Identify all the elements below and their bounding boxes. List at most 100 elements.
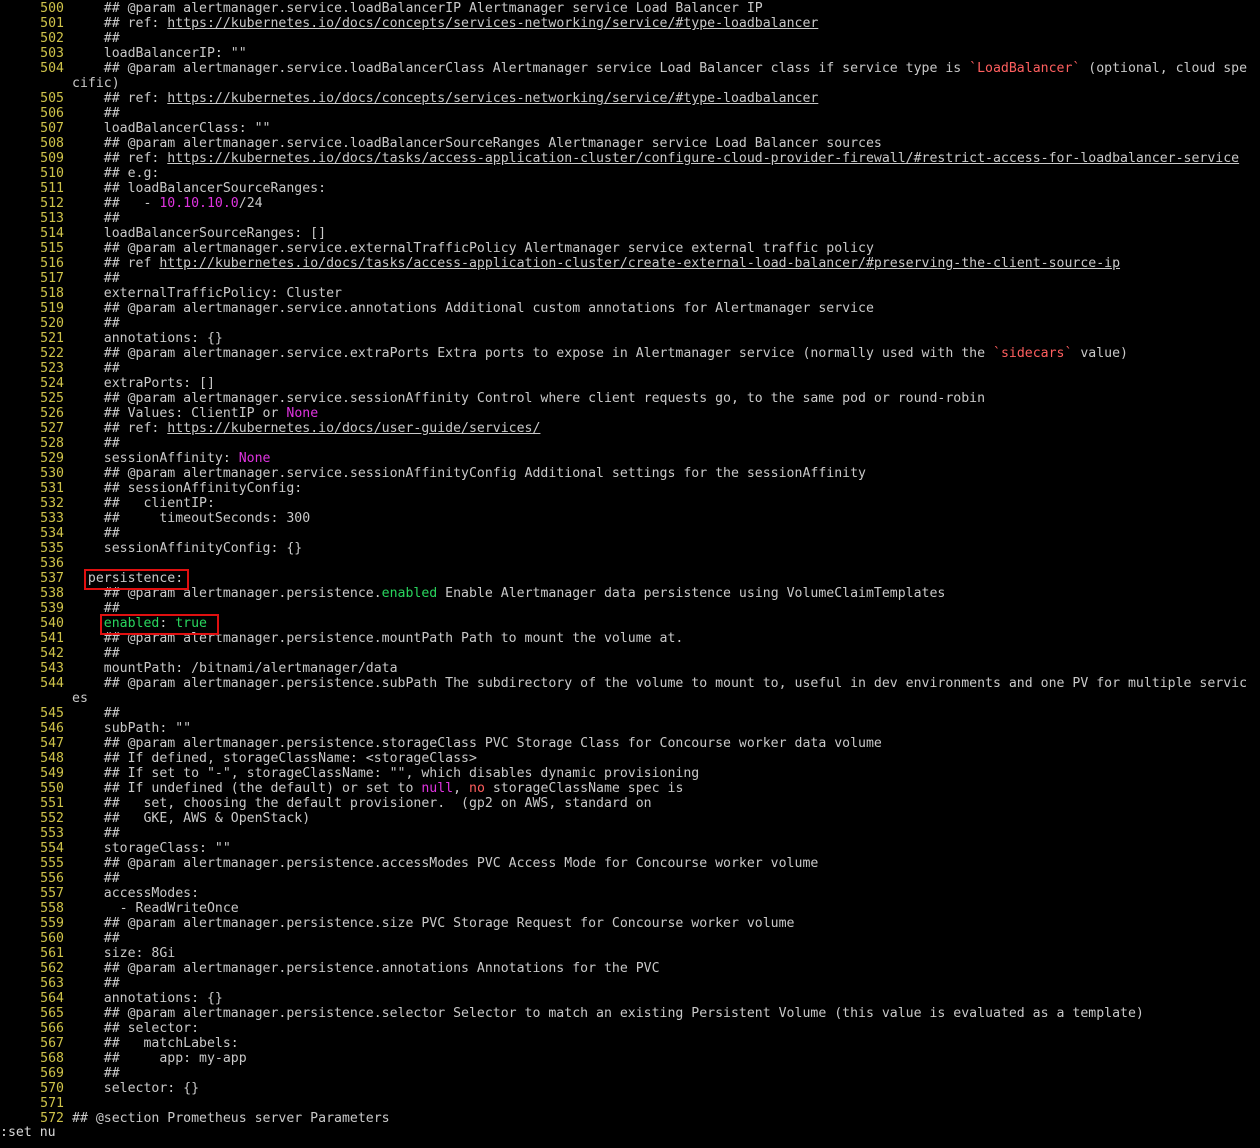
code-line[interactable]: 555 ## @param alertmanager.persistence.a… bbox=[0, 856, 1260, 871]
code-line[interactable]: 510 ## e.g: bbox=[0, 166, 1260, 181]
code-line[interactable]: 548 ## If defined, storageClassName: <st… bbox=[0, 751, 1260, 766]
code-line[interactable]: 564 annotations: {} bbox=[0, 991, 1260, 1006]
code-line[interactable]: 569 ## bbox=[0, 1066, 1260, 1081]
code-line[interactable]: 531 ## sessionAffinityConfig: bbox=[0, 481, 1260, 496]
code-line[interactable]: 527 ## ref: https://kubernetes.io/docs/u… bbox=[0, 421, 1260, 436]
code-text: ## bbox=[72, 436, 120, 451]
code-line[interactable]: 504 ## @param alertmanager.service.loadB… bbox=[0, 61, 1260, 76]
line-number: 571 bbox=[40, 1096, 64, 1111]
wrapped-line-continuation[interactable]: es bbox=[0, 691, 1260, 706]
code-line[interactable]: 524 extraPorts: [] bbox=[0, 376, 1260, 391]
code-line[interactable]: 551 ## set, choosing the default provisi… bbox=[0, 796, 1260, 811]
url-link[interactable]: https://kubernetes.io/docs/concepts/serv… bbox=[167, 91, 818, 106]
code-line[interactable]: 566 ## selector: bbox=[0, 1021, 1260, 1036]
code-text: ## bbox=[72, 106, 120, 121]
code-line[interactable]: 509 ## ref: https://kubernetes.io/docs/t… bbox=[0, 151, 1260, 166]
code-line[interactable]: 501 ## ref: https://kubernetes.io/docs/c… bbox=[0, 16, 1260, 31]
code-line[interactable]: 525 ## @param alertmanager.service.sessi… bbox=[0, 391, 1260, 406]
code-line[interactable]: 567 ## matchLabels: bbox=[0, 1036, 1260, 1051]
code-line[interactable]: 572 ## @section Prometheus server Paramet… bbox=[0, 1111, 1260, 1126]
code-line[interactable]: 532 ## clientIP: bbox=[0, 496, 1260, 511]
code-line[interactable]: 571 bbox=[0, 1096, 1260, 1111]
code-line[interactable]: 500 ## @param alertmanager.service.loadB… bbox=[0, 1, 1260, 16]
code-line[interactable]: 565 ## @param alertmanager.persistence.s… bbox=[0, 1006, 1260, 1021]
code-line[interactable]: 514 loadBalancerSourceRanges: [] bbox=[0, 226, 1260, 241]
code-line[interactable]: 529 sessionAffinity: None bbox=[0, 451, 1260, 466]
code-segment: ## - bbox=[72, 196, 160, 211]
code-segment: ## @param alertmanager.service.loadBalan… bbox=[72, 136, 882, 151]
code-text: ## @param alertmanager.persistence.enabl… bbox=[72, 586, 946, 601]
code-line[interactable]: 544 ## @param alertmanager.persistence.s… bbox=[0, 676, 1260, 691]
code-line[interactable]: 561 size: 8Gi bbox=[0, 946, 1260, 961]
code-line[interactable]: 545 ## bbox=[0, 706, 1260, 721]
code-line[interactable]: 538 ## @param alertmanager.persistence.e… bbox=[0, 586, 1260, 601]
code-line[interactable]: 546 subPath: "" bbox=[0, 721, 1260, 736]
code-line[interactable]: 502 ## bbox=[0, 31, 1260, 46]
code-line[interactable]: 526 ## Values: ClientIP or None bbox=[0, 406, 1260, 421]
code-segment: enabled bbox=[381, 586, 438, 601]
code-line[interactable]: 503 loadBalancerIP: "" bbox=[0, 46, 1260, 61]
code-line[interactable]: 552 ## GKE, AWS & OpenStack) bbox=[0, 811, 1260, 826]
code-line[interactable]: 560 ## bbox=[0, 931, 1260, 946]
code-line[interactable]: 523 ## bbox=[0, 361, 1260, 376]
code-line[interactable]: 539 ## bbox=[0, 601, 1260, 616]
code-segment: None bbox=[286, 406, 319, 421]
code-line[interactable]: 511 ## loadBalancerSourceRanges: bbox=[0, 181, 1260, 196]
wrapped-line-continuation[interactable]: cific) bbox=[0, 76, 1260, 91]
code-line[interactable]: 563 ## bbox=[0, 976, 1260, 991]
code-line[interactable]: 540 enabled: true bbox=[0, 616, 1260, 631]
code-segment: ## @param alertmanager.persistence.mount… bbox=[72, 631, 684, 646]
code-text: ## bbox=[72, 871, 120, 886]
code-line[interactable]: 542 ## bbox=[0, 646, 1260, 661]
code-line[interactable]: 508 ## @param alertmanager.service.loadB… bbox=[0, 136, 1260, 151]
code-line[interactable]: 537 persistence: bbox=[0, 571, 1260, 586]
code-line[interactable]: 557 accessModes: bbox=[0, 886, 1260, 901]
code-line[interactable]: 517 ## bbox=[0, 271, 1260, 286]
url-link[interactable]: http://kubernetes.io/docs/tasks/access-a… bbox=[159, 256, 1120, 271]
code-segment: ## bbox=[72, 211, 120, 226]
code-segment: - ReadWriteOnce bbox=[72, 901, 239, 916]
code-line[interactable]: 543 mountPath: /bitnami/alertmanager/dat… bbox=[0, 661, 1260, 676]
url-link[interactable]: https://kubernetes.io/docs/concepts/serv… bbox=[167, 16, 818, 31]
url-link[interactable]: https://kubernetes.io/docs/user-guide/se… bbox=[167, 421, 540, 436]
code-line[interactable]: 530 ## @param alertmanager.service.sessi… bbox=[0, 466, 1260, 481]
code-line[interactable]: 535 sessionAffinityConfig: {} bbox=[0, 541, 1260, 556]
code-line[interactable]: 558 - ReadWriteOnce bbox=[0, 901, 1260, 916]
code-line[interactable]: 513 ## bbox=[0, 211, 1260, 226]
code-line[interactable]: 547 ## @param alertmanager.persistence.s… bbox=[0, 736, 1260, 751]
code-line[interactable]: 518 externalTrafficPolicy: Cluster bbox=[0, 286, 1260, 301]
code-line[interactable]: 516 ## ref http://kubernetes.io/docs/tas… bbox=[0, 256, 1260, 271]
code-line[interactable]: 554 storageClass: "" bbox=[0, 841, 1260, 856]
code-line[interactable]: 568 ## app: my-app bbox=[0, 1051, 1260, 1066]
code-segment: `sidecars` bbox=[993, 346, 1073, 361]
code-line[interactable]: 534 ## bbox=[0, 526, 1260, 541]
code-segment: ## clientIP: bbox=[72, 496, 215, 511]
code-line[interactable]: 570 selector: {} bbox=[0, 1081, 1260, 1096]
line-number: 559 bbox=[40, 916, 64, 931]
code-line[interactable]: 533 ## timeoutSeconds: 300 bbox=[0, 511, 1260, 526]
vim-command-line[interactable]: :set nu bbox=[0, 1125, 56, 1140]
url-link[interactable]: https://kubernetes.io/docs/tasks/access-… bbox=[167, 151, 1239, 166]
code-line[interactable]: 528 ## bbox=[0, 436, 1260, 451]
line-number: 551 bbox=[40, 796, 64, 811]
code-line[interactable]: 520 ## bbox=[0, 316, 1260, 331]
code-line[interactable]: 522 ## @param alertmanager.service.extra… bbox=[0, 346, 1260, 361]
code-line[interactable]: 550 ## If undefined (the default) or set… bbox=[0, 781, 1260, 796]
code-line[interactable]: 515 ## @param alertmanager.service.exter… bbox=[0, 241, 1260, 256]
code-line[interactable]: 536 bbox=[0, 556, 1260, 571]
code-segment: ## bbox=[72, 361, 120, 376]
code-line[interactable]: 549 ## If set to "-", storageClassName: … bbox=[0, 766, 1260, 781]
code-line[interactable]: 505 ## ref: https://kubernetes.io/docs/c… bbox=[0, 91, 1260, 106]
code-line[interactable]: 519 ## @param alertmanager.service.annot… bbox=[0, 301, 1260, 316]
code-line[interactable]: 512 ## - 10.10.10.0/24 bbox=[0, 196, 1260, 211]
code-text: ## e.g: bbox=[72, 166, 160, 181]
code-line[interactable]: 507 loadBalancerClass: "" bbox=[0, 121, 1260, 136]
code-line[interactable]: 556 ## bbox=[0, 871, 1260, 886]
code-line[interactable]: 521 annotations: {} bbox=[0, 331, 1260, 346]
vim-terminal-window[interactable]: 500 ## @param alertmanager.service.loadB… bbox=[0, 0, 1260, 1148]
code-line[interactable]: 541 ## @param alertmanager.persistence.m… bbox=[0, 631, 1260, 646]
code-line[interactable]: 506 ## bbox=[0, 106, 1260, 121]
code-line[interactable]: 553 ## bbox=[0, 826, 1260, 841]
code-line[interactable]: 562 ## @param alertmanager.persistence.a… bbox=[0, 961, 1260, 976]
code-line[interactable]: 559 ## @param alertmanager.persistence.s… bbox=[0, 916, 1260, 931]
